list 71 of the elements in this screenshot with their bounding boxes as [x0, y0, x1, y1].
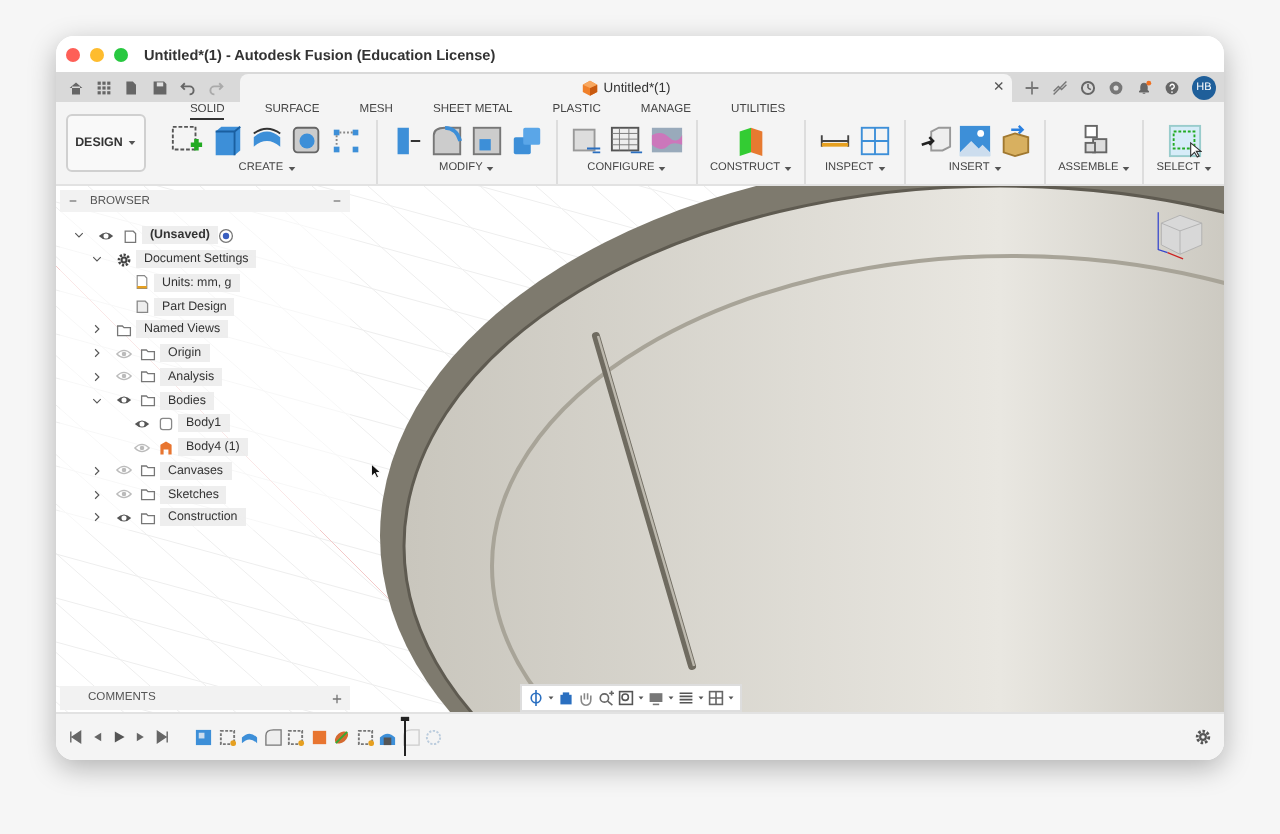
caret-icon: [1204, 165, 1212, 171]
shell-icon[interactable]: [469, 124, 504, 158]
cube-icon: [581, 80, 598, 96]
grid-icon[interactable]: [96, 79, 112, 95]
settings-icon[interactable]: [1194, 728, 1212, 746]
file-icon[interactable]: [124, 79, 140, 95]
body-feature-icon[interactable]: [309, 727, 328, 747]
collapse-icon[interactable]: [68, 196, 78, 206]
fit-icon[interactable]: [618, 690, 634, 706]
record-icon[interactable]: [1108, 79, 1124, 95]
sketch-feature-icon[interactable]: [355, 727, 374, 747]
caret-icon: [877, 165, 886, 171]
document-icon: [134, 298, 150, 315]
viewports-icon[interactable]: [708, 690, 724, 706]
step-back-icon[interactable]: [90, 730, 104, 744]
caret-icon: [698, 696, 704, 700]
mouse-pointer-icon: [370, 462, 382, 480]
notification-icon[interactable]: [1136, 79, 1152, 95]
home-icon[interactable]: [68, 79, 84, 95]
pan-hand-icon[interactable]: [578, 690, 594, 706]
caret-icon: [658, 165, 667, 171]
caret-icon: [548, 696, 554, 700]
play-icon[interactable]: [112, 730, 126, 744]
caret-icon: [287, 165, 296, 171]
parameters-icon[interactable]: [569, 124, 604, 158]
eye-icon[interactable]: [98, 227, 114, 244]
close-tab-button[interactable]: ×: [993, 76, 1004, 96]
hole-icon[interactable]: [289, 124, 324, 158]
ruler-document-icon: [134, 274, 150, 291]
combine-icon[interactable]: [509, 124, 544, 158]
caret-icon: [784, 165, 793, 171]
sketch-feature-icon[interactable]: [194, 727, 213, 747]
pattern-icon[interactable]: [329, 124, 364, 158]
timeline-marker-icon[interactable]: [400, 715, 410, 756]
maximize-window-button[interactable]: [114, 47, 128, 61]
table-icon[interactable]: [609, 124, 644, 158]
eye-icon[interactable]: [134, 415, 150, 432]
close-window-button[interactable]: [66, 47, 80, 61]
skip-to-start-icon[interactable]: [68, 730, 82, 744]
plus-icon[interactable]: [1024, 79, 1040, 95]
clock-icon[interactable]: [1080, 79, 1096, 95]
caret-icon: [486, 165, 495, 171]
activate-radio-icon[interactable]: [217, 227, 234, 244]
eye-icon[interactable]: [116, 392, 132, 409]
loft-feature-icon[interactable]: [332, 727, 351, 747]
fillet-icon[interactable]: [429, 124, 464, 158]
zoom-icon[interactable]: [598, 690, 614, 706]
component-icon: [122, 227, 138, 244]
grid-settings-icon[interactable]: [678, 690, 694, 706]
help-icon[interactable]: [1164, 79, 1180, 95]
step-forward-icon[interactable]: [134, 730, 148, 744]
display-icon[interactable]: [648, 690, 664, 706]
eye-icon[interactable]: [116, 509, 132, 526]
save-icon[interactable]: [152, 79, 168, 95]
plane-icon[interactable]: [734, 124, 768, 158]
box-icon[interactable]: [998, 124, 1033, 158]
caret-icon: [728, 696, 734, 700]
add-icon[interactable]: [332, 693, 342, 703]
caret-icon: [638, 696, 644, 700]
skip-to-end-icon[interactable]: [156, 730, 170, 744]
caret-icon: [668, 696, 674, 700]
caret-icon: [128, 140, 137, 146]
caret-icon: [993, 165, 1002, 171]
sketch-feature-icon[interactable]: [286, 727, 305, 747]
sketch-feature-icon[interactable]: [217, 727, 236, 747]
undo-icon[interactable]: [180, 79, 196, 95]
caret-icon: [1122, 165, 1131, 171]
minimize-icon[interactable]: [332, 196, 342, 206]
select-icon[interactable]: [1167, 124, 1202, 158]
settings-icon: [116, 251, 132, 268]
orbit-icon[interactable]: [528, 690, 544, 706]
